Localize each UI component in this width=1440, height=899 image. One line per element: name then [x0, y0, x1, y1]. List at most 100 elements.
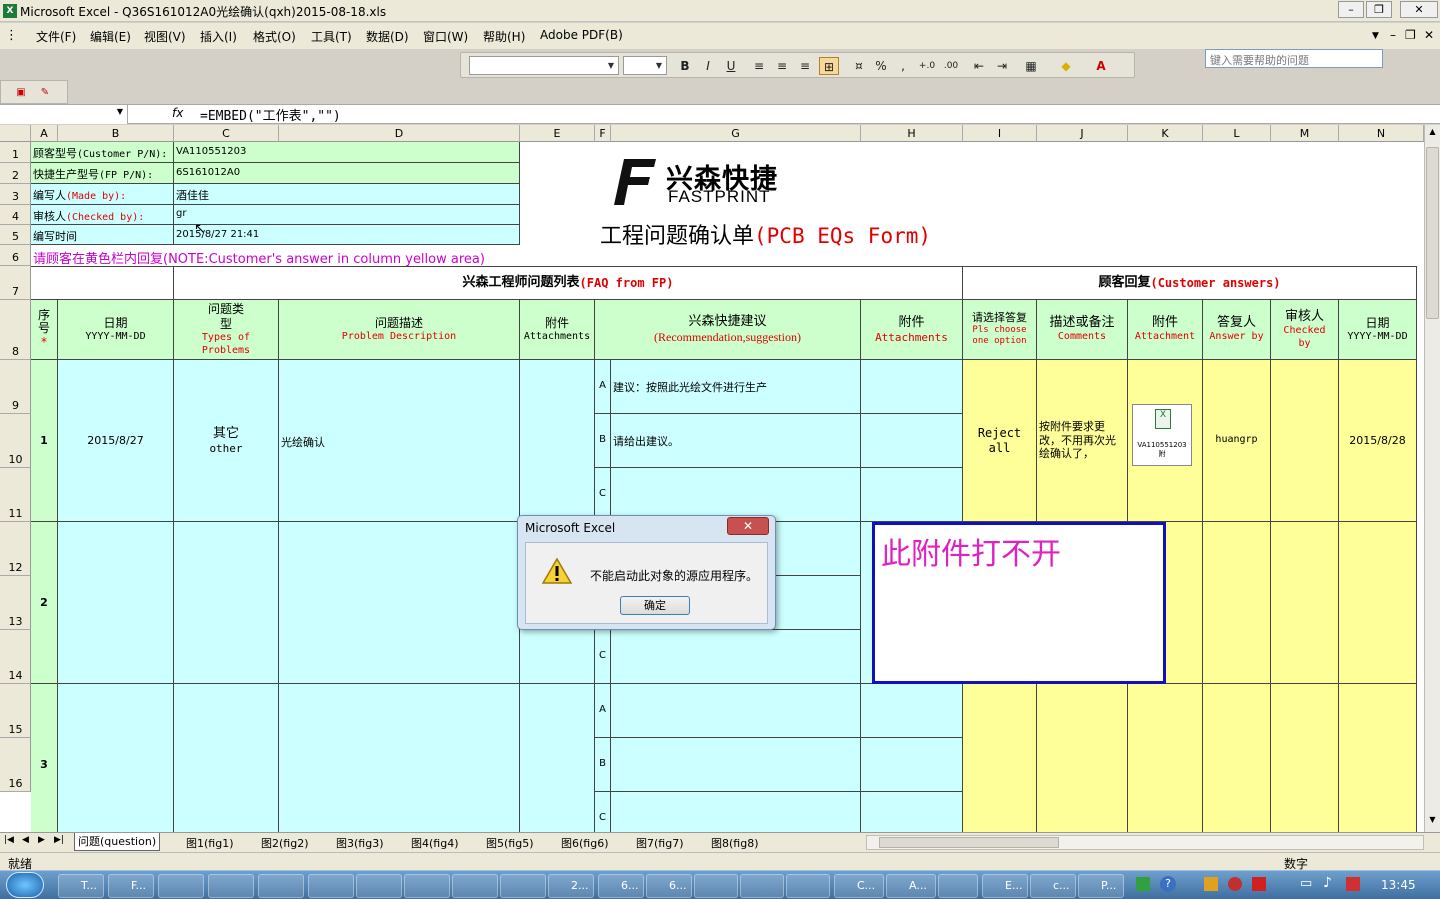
option-attachment[interactable] [861, 414, 963, 468]
tab-first-icon[interactable]: |◀ [4, 835, 14, 845]
menu-tools[interactable]: 工具(T) [311, 28, 352, 45]
taskbar-app[interactable] [694, 874, 738, 898]
reply-date[interactable]: 2015/8/28 [1339, 360, 1417, 522]
column-header[interactable]: I [963, 125, 1037, 142]
taskbar-app[interactable]: C... [834, 874, 884, 898]
header-reply-date[interactable]: 日期 YYYY-MM-DD [1339, 300, 1417, 360]
column-header[interactable]: D [279, 125, 520, 142]
row-header[interactable]: 5 [0, 225, 31, 245]
taskbar-app[interactable] [258, 874, 304, 898]
option-text[interactable] [611, 630, 861, 684]
horizontal-scroll-thumb[interactable] [879, 837, 1059, 848]
vertical-scroll-thumb[interactable] [1426, 147, 1439, 319]
item-date[interactable]: 2015/8/27 [58, 360, 174, 522]
option-key[interactable]: C [595, 630, 611, 684]
column-header[interactable]: H [861, 125, 963, 142]
font-color-icon[interactable]: A [1091, 57, 1111, 75]
taskbar-app[interactable] [740, 874, 784, 898]
header-suggestion[interactable]: 兴森快捷建议 (Recommendation,suggestion) [595, 300, 861, 360]
decrease-decimal-icon[interactable]: .00 [941, 57, 961, 75]
option-key[interactable]: C [595, 468, 611, 522]
item-type[interactable] [174, 684, 279, 832]
taskbar-app[interactable] [404, 874, 450, 898]
reply-date[interactable] [1339, 684, 1417, 832]
taskbar-app[interactable]: T... [58, 874, 104, 898]
option-key[interactable]: C [595, 792, 611, 832]
column-header[interactable]: K [1128, 125, 1203, 142]
bold-icon[interactable]: B [675, 57, 695, 75]
taskbar-app[interactable]: P... [1078, 874, 1124, 898]
column-header[interactable]: N [1339, 125, 1424, 142]
insert-function-icon[interactable]: fx [172, 106, 183, 120]
ok-button[interactable]: 确定 [620, 596, 690, 615]
option-key[interactable]: B [595, 738, 611, 792]
option-text[interactable]: 请给出建议。 [611, 414, 861, 468]
option-text[interactable]: 建议：按照此光绘文件进行生产 [611, 360, 861, 414]
taskbar-app[interactable] [786, 874, 830, 898]
column-header[interactable]: M [1271, 125, 1339, 142]
tray-app-icon[interactable] [1136, 877, 1150, 891]
restore-button[interactable]: ❐ [1366, 1, 1392, 18]
row-header[interactable]: 10 [0, 414, 31, 468]
start-button-icon[interactable] [6, 872, 44, 898]
tab-fig7[interactable]: 图7(fig7) [636, 835, 684, 851]
tab-prev-icon[interactable]: ◀ [22, 835, 29, 845]
header-type[interactable]: 问题类型 Types of Problems [174, 300, 279, 360]
header-seq[interactable]: 序号 * [31, 300, 58, 360]
row-header[interactable]: 8 [0, 300, 31, 360]
reply-checked-by[interactable] [1271, 522, 1339, 684]
row-header[interactable]: 9 [0, 360, 31, 414]
currency-icon[interactable]: ¤ [849, 57, 869, 75]
taskbar-app[interactable] [158, 874, 204, 898]
increase-indent-icon[interactable]: ⇥ [992, 57, 1012, 75]
header-attachments[interactable]: 附件 Attachments [520, 300, 595, 360]
option-attachment[interactable] [861, 360, 963, 414]
menu-format[interactable]: 格式(O) [253, 28, 296, 45]
tab-fig3[interactable]: 图3(fig3) [336, 835, 384, 851]
font-name-combo[interactable]: ▼ [469, 56, 619, 75]
minimize-button[interactable]: – [1338, 1, 1364, 18]
reply-comments[interactable]: 按附件要求更改，不用再次光绘确认了， [1037, 360, 1128, 522]
row-header[interactable]: 4 [0, 205, 31, 225]
tab-fig1[interactable]: 图1(fig1) [186, 835, 234, 851]
item-no[interactable]: 1 [31, 360, 58, 522]
item-attachments[interactable] [520, 684, 595, 832]
volume-icon[interactable]: ♪ [1323, 875, 1332, 891]
menu-edit[interactable]: 编辑(E) [90, 28, 131, 45]
annotation-box[interactable]: 此附件打不开 [872, 522, 1166, 684]
option-attachment[interactable] [861, 684, 963, 738]
italic-icon[interactable]: I [698, 57, 718, 75]
row-header[interactable]: 2 [0, 163, 31, 184]
checked-by-value[interactable]: gr [174, 205, 520, 225]
row-header[interactable]: 11 [0, 468, 31, 522]
percent-icon[interactable]: % [871, 57, 891, 75]
pdf-review-icon[interactable]: ✎ [35, 84, 55, 101]
row-header[interactable]: 14 [0, 630, 31, 684]
option-key[interactable]: B [595, 414, 611, 468]
faq-header[interactable]: 兴森工程师问题列表 (FAQ from FP) [174, 266, 963, 300]
reply-checked-by[interactable] [1271, 684, 1339, 832]
comma-icon[interactable]: , [893, 57, 913, 75]
option-text[interactable] [611, 738, 861, 792]
reply-answer-by[interactable] [1203, 522, 1271, 684]
reply-option[interactable]: Reject all [963, 360, 1037, 522]
embedded-object[interactable]: X VA110551203 附 [1132, 404, 1192, 466]
underline-icon[interactable]: U [721, 57, 741, 75]
header-description[interactable]: 问题描述 Problem Description [279, 300, 520, 360]
taskbar-app[interactable] [500, 874, 546, 898]
column-header[interactable]: F [595, 125, 611, 142]
align-right-icon[interactable]: ≡ [795, 57, 815, 75]
vertical-scrollbar[interactable]: ▲ ▼ [1424, 125, 1440, 832]
blank-cell[interactable] [31, 266, 174, 300]
reply-option[interactable] [963, 684, 1037, 832]
fp-pn-value[interactable]: 6S161012A0 [174, 163, 520, 184]
header-attachments-2[interactable]: 附件 Attachments [861, 300, 963, 360]
option-attachment[interactable] [861, 738, 963, 792]
reply-checked-by[interactable] [1271, 360, 1339, 522]
row-header[interactable]: 12 [0, 522, 31, 576]
taskbar-app[interactable]: A... [886, 874, 936, 898]
clock[interactable]: 13:45 [1381, 878, 1416, 892]
tab-last-icon[interactable]: ▶| [54, 835, 64, 845]
doc-close-icon[interactable]: ✕ [1424, 28, 1434, 42]
header-comments[interactable]: 描述或备注 Comments [1037, 300, 1128, 360]
